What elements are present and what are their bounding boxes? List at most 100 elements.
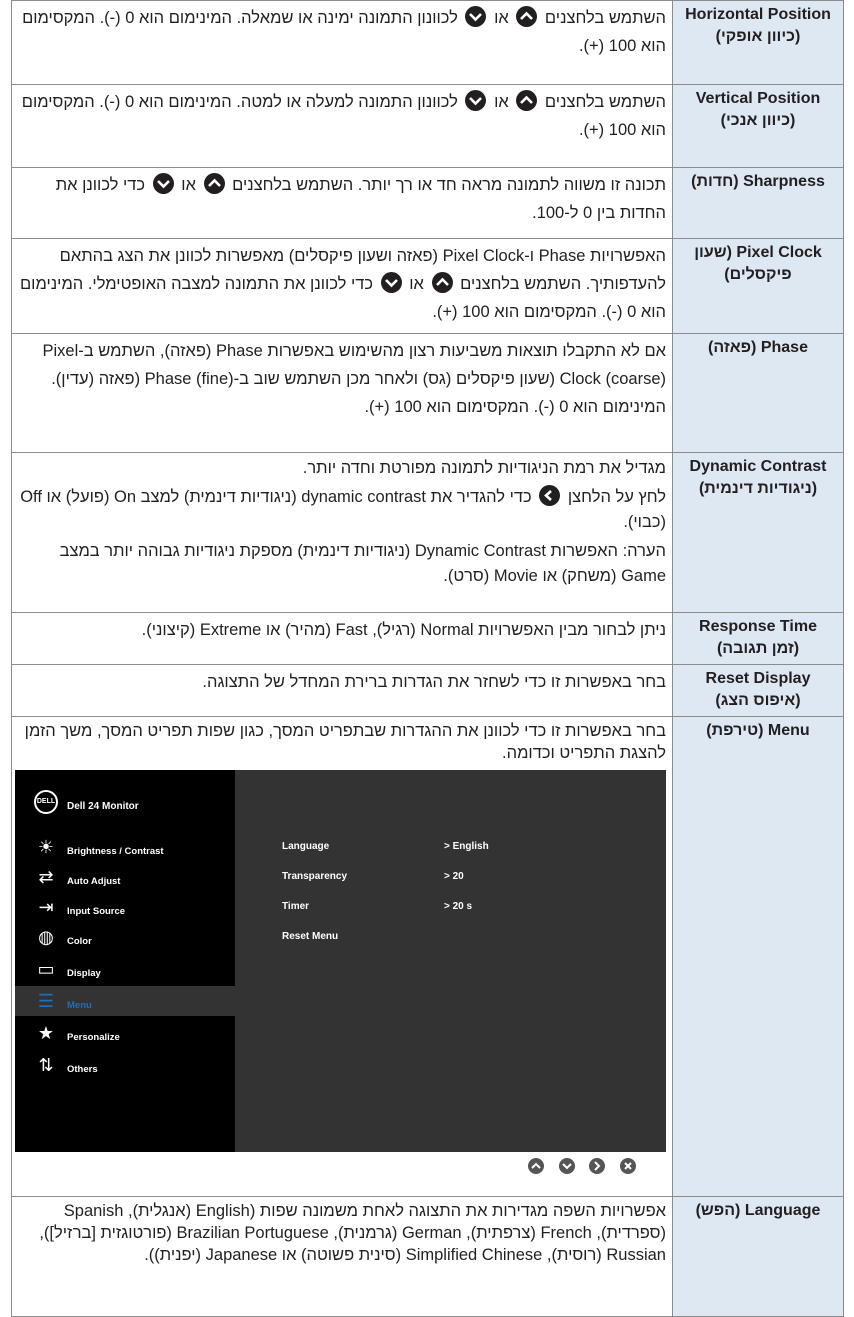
osd-sidebar: DELL Dell 24 Monitor ☀ Brightness / Cont… [15, 770, 235, 1152]
row-description: מגדיל את רמת הניגודיות לתמונה מפורטת וחד… [11, 452, 673, 613]
table-row: Pixel Clock (שעון פיקסלים) האפשרויות Pha… [11, 238, 844, 334]
row-description: אפשרויות השפה מגדירות את התצוגה לאחת משמ… [11, 1196, 673, 1317]
auto-adjust-icon: ⇄ [38, 867, 54, 887]
label-hebrew: (זמן תגובה) [716, 640, 800, 657]
label-hebrew: (הפש) [695, 1202, 741, 1219]
desc-text: השתמש בלחצנים [544, 9, 666, 27]
row-label: Sharpness (חדות) [672, 167, 844, 239]
down-button-icon [558, 1158, 575, 1174]
sidebar-item-label: Display [67, 968, 101, 979]
label-hebrew: (טירפת) [706, 722, 764, 739]
up-button-icon [528, 1158, 544, 1174]
osd-setting-transparency: Transparency > 20 [282, 866, 464, 888]
row-description: ניתן לבחור מבין האפשרויות Normal (רגיל),… [11, 612, 673, 665]
row-label: Phase (פאזה) [672, 333, 844, 453]
sidebar-item-auto-adjust: ⇄ Auto Adjust [15, 862, 235, 892]
osd-menu-screenshot: DELL Dell 24 Monitor ☀ Brightness / Cont… [15, 770, 666, 1152]
table-row: Menu (טירפת) בחר באפשרות זו כדי לכוונן א… [11, 716, 844, 1197]
select-button-icon [539, 485, 561, 506]
setting-name: Reset Menu [282, 931, 339, 942]
desc-text: לחץ על הלחצן [567, 488, 666, 506]
setting-name: Timer [282, 901, 310, 912]
desc-text: או [494, 9, 509, 27]
desc-text: הערה: האפשרות Dynamic Contrast (ניגודיות… [59, 542, 666, 585]
up-button-icon [516, 90, 538, 111]
label-hebrew: (כיוון אופקי) [715, 28, 801, 45]
row-label: Pixel Clock (שעון פיקסלים) [672, 238, 844, 334]
input-source-icon: ⇥ [38, 897, 54, 917]
close-button-icon [619, 1158, 636, 1174]
label-english: Dynamic Contrast [689, 458, 827, 475]
label-english: Language [744, 1202, 821, 1219]
desc-text: או [181, 176, 196, 194]
label-english: Sharpness [743, 173, 825, 190]
setting-name: Language [282, 841, 330, 852]
color-icon: ◍ [38, 927, 54, 947]
brightness-icon: ☀ [37, 837, 55, 857]
desc-text: או [409, 275, 424, 293]
desc-text: מגדיל את רמת הניגודיות לתמונה מפורטת וחד… [302, 459, 666, 477]
sidebar-item-label: Auto Adjust [67, 876, 121, 887]
sidebar-item-brightness: ☀ Brightness / Contrast [15, 832, 235, 862]
sidebar-item-label: Brightness / Contrast [67, 846, 164, 857]
osd-setting-language: Language > English [282, 836, 489, 858]
row-description: בחר באפשרות זו כדי לכוונן את ההגדרות שבת… [11, 716, 673, 1197]
down-button-icon [380, 272, 402, 293]
desc-text: בחר באפשרות זו כדי לכוונן את ההגדרות שבת… [24, 722, 666, 762]
osd-nav-buttons [18, 1158, 666, 1182]
table-row: Phase (פאזה) אם לא התקבלו תוצאות משביעות… [11, 333, 844, 453]
table-row: Dynamic Contrast (ניגודיות דינמית) מגדיל… [11, 452, 844, 613]
right-button-icon [589, 1158, 606, 1174]
row-label: Language (הפש) [672, 1196, 844, 1317]
label-english: Pixel Clock [736, 244, 822, 261]
desc-text: אם לא התקבלו תוצאות משביעות רצון מהשימוש… [42, 342, 666, 416]
row-label: Vertical Position (כיוון אנכי) [672, 84, 844, 168]
sidebar-item-input-source: ⇥ Input Source [15, 892, 235, 922]
setting-value: > 20 s [444, 901, 473, 912]
osd-setting-timer: Timer > 20 s [282, 896, 472, 918]
label-english: Horizontal Position [685, 6, 831, 23]
sidebar-item-label: Others [67, 1064, 98, 1075]
table-row: Horizontal Position (כיוון אופקי) השתמש … [11, 0, 844, 85]
desc-text: אפשרויות השפה מגדירות את התצוגה לאחת משמ… [39, 1202, 666, 1264]
row-label: Horizontal Position (כיוון אופקי) [672, 0, 844, 85]
osd-settings-table: Horizontal Position (כיוון אופקי) השתמש … [11, 0, 844, 1317]
others-icon: ⇅ [38, 1055, 54, 1075]
row-label: Reset Display (איפוס הצג) [672, 664, 844, 717]
desc-text: תכונה זו משווה לתמונה מראה חד או רך יותר… [232, 176, 666, 194]
setting-name: Transparency [282, 871, 348, 882]
desc-text: בחר באפשרות זו כדי לשחזר את הגדרות ברירת… [202, 673, 666, 691]
label-english: Reset Display [705, 670, 811, 687]
desc-text: השתמש בלחצנים [544, 93, 666, 111]
display-icon: ▭ [37, 959, 55, 979]
dell-logo: DELL [34, 790, 58, 814]
down-button-icon [465, 6, 487, 27]
sidebar-item-label: Personalize [67, 1032, 120, 1043]
down-button-icon [465, 90, 487, 111]
up-button-icon [516, 6, 538, 27]
sidebar-item-label: Input Source [67, 906, 126, 917]
star-icon: ★ [37, 1023, 55, 1043]
setting-value: > 20 [444, 871, 464, 882]
label-hebrew: (פאזה) [708, 339, 757, 356]
row-label: Menu (טירפת) [672, 716, 844, 1197]
row-label: Response Time (זמן תגובה) [672, 612, 844, 665]
desc-text: ניתן לבחור מבין האפשרויות Normal (רגיל),… [141, 621, 666, 639]
down-button-icon [152, 173, 174, 194]
row-description: בחר באפשרות זו כדי לשחזר את הגדרות ברירת… [11, 664, 673, 717]
setting-value: > English [444, 841, 489, 852]
row-description: השתמש בלחצנים או לכוונון התמונה ימינה או… [11, 0, 673, 85]
table-row: Language (הפש) אפשרויות השפה מגדירות את … [11, 1196, 844, 1317]
row-description: תכונה זו משווה לתמונה מראה חד או רך יותר… [11, 167, 673, 239]
table-row: Vertical Position (כיוון אנכי) השתמש בלח… [11, 84, 844, 168]
up-button-icon [431, 272, 453, 293]
menu-icon: ☰ [37, 991, 55, 1011]
sidebar-item-label: Menu [67, 1000, 92, 1011]
label-hebrew: (ניגודיות דינמית) [698, 480, 818, 497]
label-hebrew: (חדות) [691, 173, 739, 190]
up-button-icon [203, 173, 225, 194]
sidebar-item-others: ⇅ Others [15, 1050, 235, 1080]
osd-title: Dell 24 Monitor [67, 801, 139, 812]
row-description: האפשרויות Phase ו-Pixel Clock (פאזה ושעו… [11, 238, 673, 334]
sidebar-item-menu: ☰ Menu [15, 986, 235, 1016]
